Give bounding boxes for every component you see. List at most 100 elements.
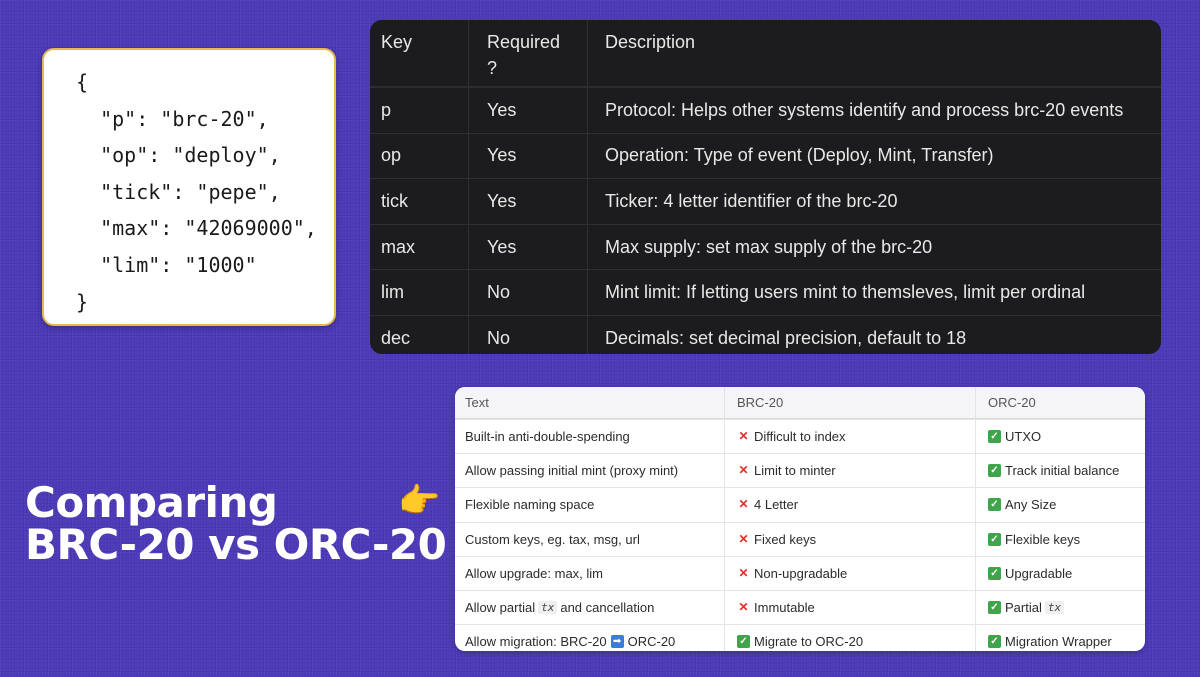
key-cell: max xyxy=(370,224,469,270)
orc20-cell: ✓ UTXO xyxy=(976,420,1145,453)
feature-cell: Allow migration: BRC-20 ➡ ORC-20 xyxy=(455,625,725,651)
orc20-value: Migration Wrapper xyxy=(1005,634,1112,650)
orc20-cell: ✓ Flexible keys xyxy=(976,523,1145,556)
header-description: Description xyxy=(605,32,696,52)
key-cell: p xyxy=(370,88,469,133)
brc20-value: Migrate to ORC-20 xyxy=(754,634,864,650)
table-row: p Yes Protocol: Helps other systems identi… xyxy=(370,88,1161,133)
header-text: Text xyxy=(455,387,725,418)
brc20-cell: ✕ Difficult to index xyxy=(725,420,976,454)
feature-label: Flexible naming space xyxy=(465,497,595,513)
table-row: op Yes Operation: Type of event (Deploy, M… xyxy=(370,132,1161,179)
feature-cell: Flexible naming space xyxy=(455,488,725,522)
table-row: Allow passing initial mint (proxy mint) ✕… xyxy=(455,453,1145,488)
feature-cell: Allow upgrade: max, lim xyxy=(455,556,725,590)
code-line: "tick": "pepe", xyxy=(76,179,281,204)
brc20-field-table: Key Required ? Description p Yes Protocol:… xyxy=(370,20,1161,354)
table-row: tick Yes Ticker: 4 letter identifier of th… xyxy=(370,178,1161,224)
headline: Comparing BRC-20 vs ORC-20 xyxy=(25,478,447,569)
feature-cell: Allow partial tx and cancellation xyxy=(455,590,725,625)
table-row: lim No Mint limit: If letting users mint t… xyxy=(370,269,1161,315)
comparison-table: Text BRC-20 ORC-20 Built-in anti-double-… xyxy=(455,387,1145,651)
code-line: "op": "deploy", xyxy=(76,143,281,168)
cross-mark-icon: ✕ xyxy=(738,600,749,615)
description-cell: Protocol: Helps other systems identify a… xyxy=(605,99,1124,120)
code-line: "p": "brc-20", xyxy=(76,106,269,131)
headline-line-1: Comparing xyxy=(25,478,278,527)
feature-label: Custom keys, eg. tax, msg, url xyxy=(465,531,640,547)
feature-label: Allow migration: BRC-20 xyxy=(465,634,607,650)
headline-line-2: BRC-20 vs ORC-20 xyxy=(25,520,447,569)
brc20-value: Non-upgradable xyxy=(754,565,848,581)
cross-mark-icon: ✕ xyxy=(738,463,749,478)
description-cell: Operation: Type of event (Deploy, Mint, … xyxy=(605,145,994,166)
table-row: Built-in anti-double-spending ✕ Difficult … xyxy=(455,419,1145,454)
orc20-cell: ✓ Migration Wrapper xyxy=(976,625,1145,651)
table-row: Flexible naming space ✕ 4 Letter ✓ Any Size xyxy=(455,487,1145,522)
brc20-value: Limit to minter xyxy=(754,463,836,479)
table-header-row: Key Required ? Description xyxy=(370,20,1161,88)
cross-mark-icon: ✕ xyxy=(738,497,749,512)
table-row: Custom keys, eg. tax, msg, url ✕ Fixed key… xyxy=(455,521,1145,556)
brc20-cell: ✕ Non-upgradable xyxy=(725,556,976,590)
brc20-value: Immutable xyxy=(754,600,815,616)
header-brc20: BRC-20 xyxy=(725,387,976,418)
feature-cell: Allow passing initial mint (proxy mint) xyxy=(455,454,725,488)
code-token: tx xyxy=(1044,601,1065,615)
code-line: "max": "42069000", xyxy=(76,216,317,241)
brc20-cell: ✓ Migrate to ORC-20 xyxy=(725,625,976,651)
brc20-value: Fixed keys xyxy=(754,531,817,547)
cross-mark-icon: ✕ xyxy=(738,429,749,444)
description-cell: Decimals: set decimal precision, default… xyxy=(605,327,967,348)
key-cell: lim xyxy=(370,270,469,315)
feature-label: Allow passing initial mint (proxy mint) xyxy=(465,463,679,479)
code-token: tx xyxy=(538,601,558,615)
brc20-cell: ✕ Limit to minter xyxy=(725,454,976,488)
json-code-card: { "p": "brc-20", "op": "deploy", "tick":… xyxy=(42,48,336,326)
feature-label: Allow upgrade: max, lim xyxy=(465,565,603,581)
orc20-value: Flexible keys xyxy=(1005,531,1081,547)
code-line: "lim": "1000" xyxy=(76,252,257,277)
feature-cell: Custom keys, eg. tax, msg, url xyxy=(455,522,725,556)
brc20-cell: ✕ Immutable xyxy=(725,590,976,625)
orc20-value: Track initial balance xyxy=(1005,463,1120,479)
required-cell: Yes xyxy=(469,88,588,133)
table-body: p Yes Protocol: Helps other systems identi… xyxy=(370,88,1161,354)
check-mark-icon: ✓ xyxy=(988,601,1001,615)
brc20-cell: ✕ Fixed keys xyxy=(725,522,976,556)
required-cell: Yes xyxy=(469,133,588,179)
key-cell: dec xyxy=(370,315,469,354)
description-cell: Max supply: set max supply of the brc-20 xyxy=(605,236,933,257)
cross-mark-icon: ✕ xyxy=(738,565,749,580)
orc20-cell: ✓ Partial tx xyxy=(976,591,1145,624)
orc20-cell: ✓ Upgradable xyxy=(976,557,1145,590)
table-row: max Yes Max supply: set max supply of the … xyxy=(370,223,1161,270)
orc20-cell: ✓ Any Size xyxy=(976,488,1145,521)
required-cell: Yes xyxy=(469,179,588,224)
brc20-value: 4 Letter xyxy=(754,497,799,513)
code-line: { xyxy=(76,70,89,94)
check-mark-icon: ✓ xyxy=(988,430,1001,444)
table-body: Built-in anti-double-spending ✕ Difficult … xyxy=(455,419,1145,651)
feature-label: Allow partial xyxy=(465,600,536,616)
header-key: Key xyxy=(370,20,469,86)
required-cell: Yes xyxy=(469,224,588,270)
backhand-index-pointing-right-icon: 👉 xyxy=(398,482,441,520)
check-mark-icon: ✓ xyxy=(988,498,1001,512)
check-mark-icon: ✓ xyxy=(988,566,1001,580)
feature-label: and cancellation xyxy=(560,600,655,616)
feature-cell: Built-in anti-double-spending xyxy=(455,420,725,454)
description-cell: Ticker: 4 letter identifier of the brc-2… xyxy=(605,190,898,211)
orc20-cell: ✓ Track initial balance xyxy=(976,454,1145,487)
header-required: Required ? xyxy=(469,20,588,86)
orc20-value: Upgradable xyxy=(1005,565,1073,581)
code-line: } xyxy=(76,289,89,314)
orc20-value: Partial xyxy=(1005,600,1042,616)
table-row: Allow upgrade: max, lim ✕ Non-upgradable ✓ U… xyxy=(455,555,1145,590)
key-cell: op xyxy=(370,133,469,179)
check-mark-icon: ✓ xyxy=(737,635,750,649)
check-mark-icon: ✓ xyxy=(988,532,1001,546)
feature-label: ORC-20 xyxy=(627,634,676,650)
table-row: Allow partial tx and cancellation ✕ Immutabl… xyxy=(455,589,1145,625)
table-row: dec No Decimals: set decimal precision, de… xyxy=(370,314,1161,354)
